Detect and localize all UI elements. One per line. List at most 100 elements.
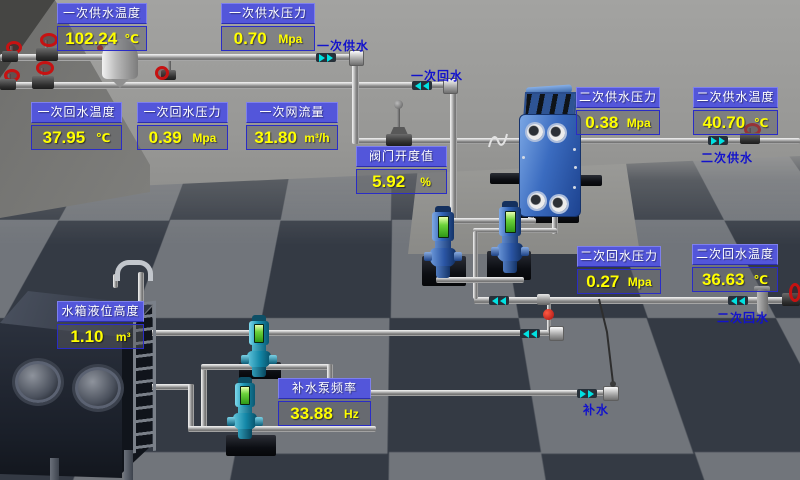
databox-primary-supply-pressure: 一次供水压力 0.70Mpa bbox=[221, 3, 315, 51]
pump-flange bbox=[255, 417, 263, 426]
secondary-supply-pipe bbox=[562, 138, 800, 144]
databox-value: 31.80m³/h bbox=[246, 125, 338, 150]
primary-supply-drop-pipe bbox=[352, 60, 359, 144]
pump-foot bbox=[503, 261, 517, 273]
databox-title: 一次供水温度 bbox=[57, 3, 147, 24]
databox-value: 36.63℃ bbox=[692, 267, 778, 292]
flow-arrows-right-icon bbox=[708, 136, 728, 145]
return-riser bbox=[473, 231, 478, 299]
pump-flange bbox=[521, 247, 529, 256]
pump-foot bbox=[238, 429, 252, 439]
valve-body bbox=[2, 51, 18, 62]
tank-manhole bbox=[72, 364, 124, 412]
pipe-coupling bbox=[537, 294, 550, 305]
circulation-pump-1 bbox=[430, 206, 456, 278]
databox-primary-flow: 一次网流量 31.80m³/h bbox=[246, 102, 338, 150]
valve-handwheel-icon bbox=[40, 33, 58, 47]
pump-status-indicator bbox=[438, 216, 449, 238]
exchanger-feed-pipe bbox=[352, 138, 532, 144]
makeup-loop-left-riser bbox=[201, 366, 207, 430]
pump-flange bbox=[227, 417, 235, 426]
databox-secondary-return-temp: 二次回水温度 36.63℃ bbox=[692, 244, 778, 292]
databox-secondary-return-pressure: 二次回水压力 0.27Mpa bbox=[577, 246, 661, 294]
databox-value: 102.24℃ bbox=[57, 26, 147, 51]
tank-leg bbox=[50, 458, 59, 480]
heat-exchanger-port bbox=[551, 196, 567, 212]
databox-title: 二次回水压力 bbox=[577, 246, 661, 267]
tank-leg bbox=[124, 450, 133, 480]
databox-value: 40.70℃ bbox=[693, 110, 778, 135]
databox-value: 37.95℃ bbox=[31, 125, 122, 150]
bolt-dot bbox=[573, 186, 576, 189]
makeup-pump-2 bbox=[233, 377, 257, 439]
primary-return-drop-pipe bbox=[450, 90, 457, 222]
databox-value: 1.10m³ bbox=[57, 324, 144, 349]
drain-valve-handle-icon bbox=[155, 66, 169, 80]
circulation-pump-2 bbox=[497, 201, 523, 273]
heat-exchanger-port bbox=[549, 125, 565, 141]
pipe-label-secondary-supply: 二次供水 bbox=[701, 149, 753, 166]
pipe-flange bbox=[549, 326, 564, 341]
hmi-heat-station-screen: 一次供水 一次回水 二次供水 二次回水 补水 一次供水温度 102.24℃ 一次… bbox=[0, 0, 800, 480]
databox-value: 0.38Mpa bbox=[576, 110, 660, 135]
databox-primary-supply-temp: 一次供水温度 102.24℃ bbox=[57, 3, 147, 51]
flow-arrows-right-icon bbox=[577, 389, 597, 398]
flow-arrows-right-icon bbox=[316, 53, 336, 62]
pump-flange bbox=[491, 247, 499, 256]
bolt-dot bbox=[573, 148, 576, 151]
pump-flange bbox=[269, 355, 277, 364]
databox-title: 一次回水压力 bbox=[137, 102, 228, 123]
pump-volute bbox=[497, 243, 523, 262]
databox-value: 0.39Mpa bbox=[137, 125, 228, 150]
databox-valve-opening: 阀门开度值 5.92% bbox=[356, 146, 447, 194]
pump-flange bbox=[241, 355, 249, 364]
ball-valve-red-knob bbox=[543, 309, 554, 320]
pipe-label-secondary-return: 二次回水 bbox=[717, 309, 769, 326]
primary-return-pipe bbox=[0, 82, 452, 89]
pipe-label-makeup: 补水 bbox=[583, 401, 609, 418]
pump-volute bbox=[430, 248, 456, 267]
databox-value: 0.70Mpa bbox=[221, 26, 315, 51]
heat-exchanger-port bbox=[529, 193, 545, 209]
pump-foot bbox=[436, 266, 450, 278]
databox-value: 33.88Hz bbox=[278, 401, 371, 426]
tank-manhole bbox=[12, 358, 64, 406]
secondary-return-pipe bbox=[474, 297, 800, 304]
valve-handwheel-icon bbox=[36, 61, 54, 75]
valve-body bbox=[0, 79, 16, 90]
databox-title: 一次网流量 bbox=[246, 102, 338, 123]
makeup-pump-1 bbox=[247, 315, 271, 377]
pump-status-indicator bbox=[254, 324, 264, 343]
pump-flange bbox=[454, 252, 462, 261]
pump-status-indicator bbox=[240, 386, 250, 405]
control-valve-body bbox=[386, 134, 412, 146]
databox-title: 补水泵频率 bbox=[278, 378, 371, 399]
databox-title: 二次回水温度 bbox=[692, 244, 778, 265]
databox-makeup-pump-frequency: 补水泵频率 33.88Hz bbox=[278, 378, 371, 426]
tank-vent-gooseneck bbox=[115, 260, 153, 281]
pump-volute bbox=[233, 413, 257, 430]
flow-arrows-left-icon bbox=[728, 296, 748, 305]
pump-status-indicator bbox=[505, 211, 516, 233]
makeup-pump2-line bbox=[188, 426, 376, 432]
bolt-dot bbox=[522, 156, 525, 159]
valve-body bbox=[36, 48, 58, 61]
pipe-label-primary-return: 一次回水 bbox=[411, 67, 463, 84]
pump-foot bbox=[252, 367, 266, 377]
pump-volute bbox=[247, 351, 271, 368]
databox-title: 二次供水温度 bbox=[693, 87, 778, 108]
databox-title: 水箱液位高度 bbox=[57, 301, 144, 322]
databox-title: 一次供水压力 bbox=[221, 3, 315, 24]
tank-fill-pipe bbox=[146, 330, 562, 336]
control-valve-knob bbox=[394, 100, 403, 109]
flow-arrows-left-icon bbox=[520, 329, 540, 338]
valve-handwheel-icon bbox=[789, 283, 800, 302]
flow-arrows-left-icon bbox=[489, 296, 509, 305]
makeup-left-riser bbox=[188, 384, 194, 432]
pump-flange bbox=[424, 252, 432, 261]
databox-primary-return-temp: 一次回水温度 37.95℃ bbox=[31, 102, 122, 150]
databox-value: 5.92% bbox=[356, 169, 447, 194]
pipe-label-primary-supply: 一次供水 bbox=[317, 37, 369, 54]
databox-title: 二次供水压力 bbox=[576, 87, 660, 108]
databox-secondary-supply-temp: 二次供水温度 40.70℃ bbox=[693, 87, 778, 135]
